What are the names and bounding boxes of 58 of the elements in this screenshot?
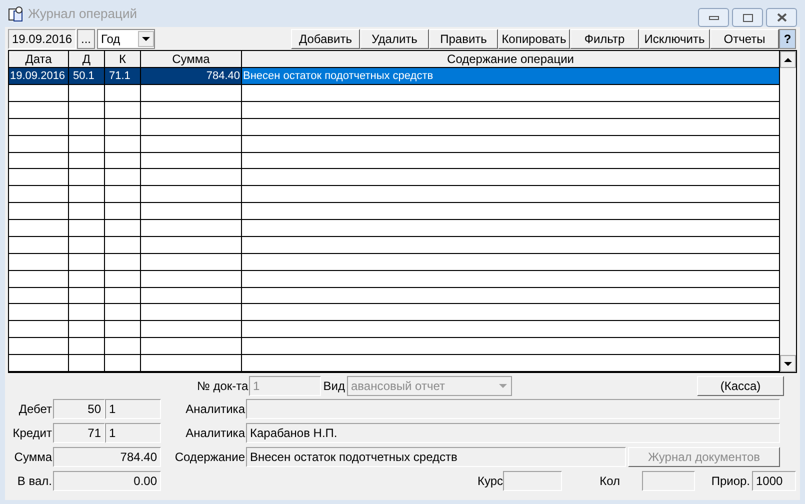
scroll-down-icon[interactable]: [784, 362, 792, 366]
account-field[interactable]: 50: [53, 399, 105, 419]
field-label: Содержание: [174, 449, 245, 465]
column-header[interactable]: Сумма: [141, 51, 242, 67]
cash-button[interactable]: (Касса): [697, 376, 784, 396]
analytics-field[interactable]: [246, 399, 780, 419]
close-button[interactable]: [766, 8, 797, 27]
subaccount-field[interactable]: 1: [105, 423, 161, 443]
table-cell: 71.1: [105, 68, 141, 84]
content-field[interactable]: Внесен остаток подотчетных средств: [246, 447, 626, 467]
table-cell: 19.09.2016: [9, 68, 69, 84]
scrollbar[interactable]: [780, 51, 796, 372]
toolbar-button[interactable]: Исключить: [639, 28, 710, 48]
toolbar-button[interactable]: Удалить: [360, 28, 429, 48]
subaccount-field[interactable]: 1: [105, 399, 161, 419]
date-picker-button[interactable]: ...: [77, 28, 95, 48]
toolbar-button[interactable]: Править: [429, 28, 498, 48]
scroll-up-icon[interactable]: [784, 58, 792, 62]
maximize-icon: [742, 14, 752, 22]
toolbar-button[interactable]: Фильтр: [570, 28, 639, 48]
field-label: Аналитика: [184, 401, 245, 417]
dropdown-arrow-icon: [142, 36, 150, 40]
sum-field[interactable]: 784.40: [53, 447, 161, 467]
close-icon: [776, 13, 786, 22]
field-label: Кредит: [12, 425, 52, 441]
rate-field[interactable]: [503, 471, 562, 491]
field-label: Приор.: [710, 473, 750, 489]
field-label: Дебет: [18, 401, 52, 417]
minimize-button[interactable]: [698, 8, 729, 27]
field-label: Курс: [476, 473, 503, 489]
field-label: Сумма: [13, 449, 52, 465]
minimize-icon: [708, 16, 718, 20]
dropdown-arrow-icon: [499, 384, 507, 388]
period-dropdown[interactable]: Год: [97, 28, 155, 48]
currency-field[interactable]: 0.00: [53, 471, 161, 491]
table-cell: Внесен остаток подотчетных средств: [242, 68, 780, 84]
journal-icon: [8, 6, 24, 22]
column-header[interactable]: К: [105, 51, 141, 67]
window-title: Журнал операций: [28, 4, 137, 23]
column-header[interactable]: Дата: [9, 51, 69, 67]
toolbar-button[interactable]: Добавить: [291, 28, 360, 48]
toolbar-button[interactable]: Отчеты: [710, 28, 779, 48]
analytics-field[interactable]: Карабанов Н.П.: [246, 423, 780, 443]
table-cell: 50.1: [69, 68, 105, 84]
field-label: Кол: [598, 473, 620, 489]
field-label: В вал.: [16, 473, 52, 489]
quantity-field[interactable]: [642, 471, 695, 491]
date-field[interactable]: 19.09.2016: [8, 28, 76, 48]
table-cell: 784.40: [141, 68, 242, 84]
maximize-button[interactable]: [732, 8, 763, 27]
priority-field[interactable]: 1000: [752, 471, 796, 491]
help-button[interactable]: ?: [779, 28, 796, 48]
column-header[interactable]: Д: [69, 51, 105, 67]
field-label: Аналитика: [184, 425, 245, 441]
toolbar-button[interactable]: Копировать: [498, 28, 570, 48]
account-field[interactable]: 71: [53, 423, 105, 443]
field-label: Вид: [322, 378, 345, 394]
field-label: № док-та: [197, 378, 247, 394]
